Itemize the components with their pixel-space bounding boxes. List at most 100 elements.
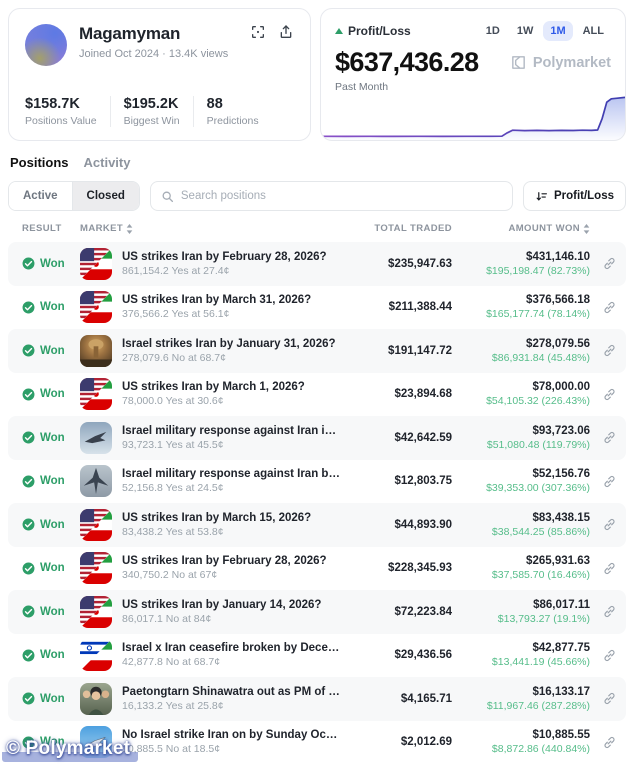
- link-icon[interactable]: [603, 344, 616, 357]
- market-cell[interactable]: Israel x Iran ceasefire broken by Decemb…: [80, 639, 340, 671]
- market-cell[interactable]: US strikes Iran by February 28, 2026? 86…: [80, 248, 340, 280]
- market-cell[interactable]: US strikes Iran by March 1, 2026? 78,000…: [80, 378, 340, 410]
- link-icon[interactable]: [603, 301, 616, 314]
- amount-won-cell: $42,877.75 $13,441.19 (45.66%): [452, 642, 590, 668]
- market-title[interactable]: US strikes Iran by February 28, 2026?: [122, 555, 327, 567]
- segment-closed[interactable]: Closed: [72, 182, 139, 210]
- amount-won-value: $376,566.18: [452, 294, 590, 306]
- link-icon[interactable]: [603, 388, 616, 401]
- amount-won-value: $42,877.75: [452, 642, 590, 654]
- market-position-detail: 278,079.6 No at 68.7¢: [122, 352, 336, 364]
- range-all[interactable]: ALL: [576, 21, 611, 41]
- polymarket-logo-icon: [510, 54, 527, 71]
- total-traded-value: $12,803.75: [340, 475, 452, 487]
- market-position-detail: 340,750.2 No at 67¢: [122, 569, 327, 581]
- total-traded-value: $42,642.59: [340, 432, 452, 444]
- table-row[interactable]: Won Israel x Iran ceasefire broken by De…: [8, 634, 626, 678]
- market-title[interactable]: US strikes Iran by March 15, 2026?: [122, 512, 311, 524]
- pnl-chart: [321, 90, 625, 140]
- tab-positions[interactable]: Positions: [10, 155, 69, 170]
- range-1d[interactable]: 1D: [479, 21, 507, 41]
- profit-value: $11,967.46 (287.28%): [452, 700, 590, 712]
- market-position-detail: 83,438.2 Yes at 53.8¢: [122, 526, 311, 538]
- market-title[interactable]: No Israel strike Iran on by Sunday Oct 2…: [122, 729, 340, 741]
- market-title[interactable]: Israel strikes Iran by January 31, 2026?: [122, 338, 336, 350]
- link-icon[interactable]: [603, 692, 616, 705]
- us-iran-flags-image: [80, 552, 112, 584]
- won-check-icon: [22, 518, 35, 531]
- tab-activity[interactable]: Activity: [84, 155, 131, 170]
- range-1w[interactable]: 1W: [510, 21, 541, 41]
- total-traded-value: $29,436.56: [340, 649, 452, 661]
- market-title[interactable]: US strikes Iran by January 14, 2026?: [122, 599, 321, 611]
- stat-label: Biggest Win: [124, 115, 180, 127]
- share-icon[interactable]: [278, 24, 294, 40]
- result-cell: Won: [22, 344, 80, 357]
- search-box[interactable]: [150, 181, 513, 211]
- profile-meta: Joined Oct 2024 · 13.4K views: [79, 48, 228, 60]
- header-result[interactable]: RESULT: [22, 223, 80, 234]
- link-icon[interactable]: [603, 649, 616, 662]
- link-icon[interactable]: [603, 736, 616, 749]
- paetongtarn-photo-image: [80, 683, 112, 715]
- link-icon[interactable]: [603, 518, 616, 531]
- market-title[interactable]: Israel x Iran ceasefire broken by Decemb…: [122, 642, 340, 654]
- amount-won-cell: $83,438.15 $38,544.25 (85.86%): [452, 512, 590, 538]
- won-check-icon: [22, 431, 35, 444]
- table-row[interactable]: Won US strikes Iran by February 28, 2026…: [8, 547, 626, 591]
- stat-value: $158.7K: [25, 96, 97, 112]
- table-row[interactable]: Won Paetongtarn Shinawatra out as PM of …: [8, 677, 626, 721]
- won-check-icon: [22, 605, 35, 618]
- link-icon[interactable]: [603, 605, 616, 618]
- table-row[interactable]: Won US strikes Iran by February 28, 2026…: [8, 242, 626, 286]
- market-title[interactable]: US strikes Iran by March 31, 2026?: [122, 294, 311, 306]
- link-icon[interactable]: [603, 257, 616, 270]
- table-row[interactable]: Won Israel military response against Ira…: [8, 416, 626, 460]
- us-iran-flags-image: [80, 378, 112, 410]
- table-row[interactable]: Won Israel strikes Iran by January 31, 2…: [8, 329, 626, 373]
- market-title[interactable]: US strikes Iran by February 28, 2026?: [122, 251, 327, 263]
- market-position-detail: 78,000.0 Yes at 30.6¢: [122, 395, 305, 407]
- amount-won-value: $431,146.10: [452, 251, 590, 263]
- segment-active[interactable]: Active: [9, 182, 72, 210]
- table-row[interactable]: Won US strikes Iran by March 15, 2026? 8…: [8, 503, 626, 547]
- search-input[interactable]: [181, 190, 502, 202]
- table-row[interactable]: Won US strikes Iran by March 1, 2026? 78…: [8, 373, 626, 417]
- sort-arrows-icon: [583, 224, 590, 234]
- stat-label: Positions Value: [25, 115, 97, 127]
- header-market[interactable]: MARKET: [80, 223, 340, 234]
- link-icon[interactable]: [603, 562, 616, 575]
- market-position-detail: 376,566.2 Yes at 56.1¢: [122, 308, 311, 320]
- table-row[interactable]: Won US strikes Iran by January 14, 2026?…: [8, 590, 626, 634]
- market-cell[interactable]: Israel military response against Iran in…: [80, 422, 340, 454]
- link-icon[interactable]: [603, 431, 616, 444]
- result-cell: Won: [22, 301, 80, 314]
- stat-label: Predictions: [207, 115, 259, 127]
- market-title[interactable]: Paetongtarn Shinawatra out as PM of Thai…: [122, 686, 340, 698]
- total-traded-value: $191,147.72: [340, 345, 452, 357]
- table-row[interactable]: Won US strikes Iran by March 31, 2026? 3…: [8, 286, 626, 330]
- market-title[interactable]: US strikes Iran by March 1, 2026?: [122, 381, 305, 393]
- header-total-traded[interactable]: TOTAL TRADED: [340, 223, 452, 234]
- market-title[interactable]: Israel military response against Iran in…: [122, 425, 340, 437]
- link-icon[interactable]: [603, 475, 616, 488]
- market-cell[interactable]: US strikes Iran by February 28, 2026? 34…: [80, 552, 340, 584]
- market-cell[interactable]: US strikes Iran by January 14, 2026? 86,…: [80, 596, 340, 628]
- stat-value: $195.2K: [124, 96, 180, 112]
- amount-won-cell: $93,723.06 $51,080.48 (119.79%): [452, 425, 590, 451]
- market-title[interactable]: Israel military response against Iran by…: [122, 468, 340, 480]
- header-amount-won[interactable]: AMOUNT WON: [452, 223, 590, 234]
- market-cell[interactable]: US strikes Iran by March 31, 2026? 376,5…: [80, 291, 340, 323]
- profile-identity: Magamyman Joined Oct 2024 · 13.4K views: [79, 24, 228, 60]
- market-cell[interactable]: Israel strikes Iran by January 31, 2026?…: [80, 335, 340, 367]
- market-cell[interactable]: Paetongtarn Shinawatra out as PM of Thai…: [80, 683, 340, 715]
- market-cell[interactable]: Israel military response against Iran by…: [80, 465, 340, 497]
- table-row[interactable]: Won Israel military response against Ira…: [8, 460, 626, 504]
- scan-icon[interactable]: [250, 24, 266, 40]
- profit-loss-sort-button[interactable]: Profit/Loss: [523, 181, 626, 211]
- result-cell: Won: [22, 431, 80, 444]
- market-cell[interactable]: US strikes Iran by March 15, 2026? 83,43…: [80, 509, 340, 541]
- won-check-icon: [22, 562, 35, 575]
- range-1m[interactable]: 1M: [543, 21, 572, 41]
- total-traded-value: $2,012.69: [340, 736, 452, 748]
